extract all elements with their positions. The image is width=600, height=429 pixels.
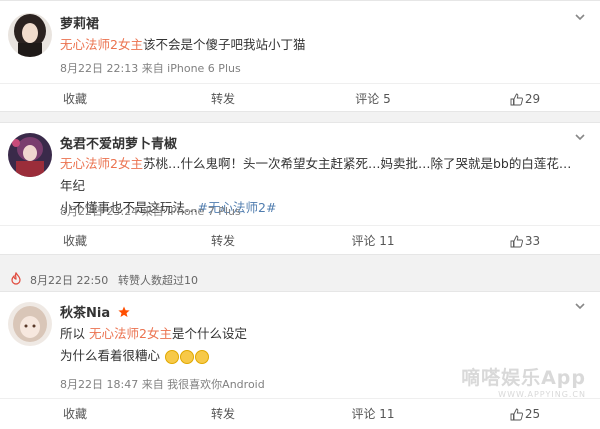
hot-time: 8月22日 22:50 <box>30 274 109 287</box>
repost-button[interactable]: 转发 <box>188 399 258 429</box>
fire-icon <box>11 272 21 285</box>
like-count: 29 <box>524 92 541 106</box>
chevron-down-icon[interactable] <box>574 300 586 312</box>
keyword-link[interactable]: 无心法师2女主 <box>60 37 143 52</box>
weibo-post-3: 秋茶Nia 所以 无心法师2女主是个什么设定 为什么看着很糟心 8月22日 18… <box>0 291 600 429</box>
watermark-sub: WWW.APPYING.CN <box>498 390 586 399</box>
user-name[interactable]: 萝莉裙 <box>60 13 99 32</box>
like-count: 25 <box>524 407 541 421</box>
post-content: 无心法师2女主该不会是个傻子吧我站小丁猫 <box>60 34 580 56</box>
hot-text: 转赞人数超过10 <box>118 274 198 287</box>
comment-button[interactable]: 评论 5 <box>338 84 408 114</box>
chevron-down-icon[interactable] <box>574 11 586 23</box>
keyword-link[interactable]: 无心法师2女主 <box>89 326 172 341</box>
collect-button[interactable]: 收藏 <box>40 84 110 114</box>
avatar[interactable] <box>8 13 52 57</box>
collect-button[interactable]: 收藏 <box>40 399 110 429</box>
name-row: 秋茶Nia <box>60 302 130 321</box>
repost-button[interactable]: 转发 <box>188 226 258 256</box>
collect-button[interactable]: 收藏 <box>40 226 110 256</box>
star-icon <box>118 306 130 317</box>
keyword-link[interactable]: 无心法师2女主 <box>60 156 143 171</box>
thumbs-up-icon <box>510 408 523 421</box>
like-count: 33 <box>524 234 541 248</box>
comment-button[interactable]: 评论 11 <box>338 226 408 256</box>
avatar[interactable] <box>8 302 52 346</box>
weibo-post-1: 萝莉裙 无心法师2女主该不会是个傻子吧我站小丁猫 8月22日 22:13 来自 … <box>0 0 600 112</box>
laughing-crying-emoji <box>195 349 209 364</box>
post-text: 该不会是个傻子吧我站小丁猫 <box>142 37 306 52</box>
laughing-crying-emoji <box>180 349 194 364</box>
like-button[interactable]: 33 <box>490 226 560 256</box>
weibo-post-2: 兔君不爱胡萝卜青椒 无心法师2女主苏桃…什么鬼啊！头一次希望女主赶紧死…妈卖批…… <box>0 122 600 255</box>
post-text: 是个什么设定 <box>171 326 247 341</box>
action-bar: 收藏 转发 评论 11 25 <box>0 398 600 428</box>
post-meta: 8月22日 23:24 来自 iPhone 7 Plus <box>60 205 241 218</box>
hot-indicator-bar: 8月22日 22:50 转赞人数超过10 <box>0 268 600 290</box>
comment-button[interactable]: 评论 11 <box>338 399 408 429</box>
user-name[interactable]: 秋茶Nia <box>60 306 110 321</box>
post-content: 所以 无心法师2女主是个什么设定 为什么看着很糟心 <box>60 323 580 367</box>
post-meta: 8月22日 22:13 来自 iPhone 6 Plus <box>60 62 241 75</box>
watermark: 嘀嗒娱乐App WWW.APPYING.CN <box>461 363 586 399</box>
repost-button[interactable]: 转发 <box>188 84 258 114</box>
chevron-down-icon[interactable] <box>574 131 586 143</box>
avatar[interactable] <box>8 133 52 177</box>
laughing-crying-emoji <box>165 349 179 364</box>
thumbs-up-icon <box>510 235 523 248</box>
like-button[interactable]: 29 <box>490 84 560 114</box>
post-text-line-2: 为什么看着很糟心 <box>60 348 161 363</box>
user-name[interactable]: 兔君不爱胡萝卜青椒 <box>60 133 177 152</box>
action-bar: 收藏 转发 评论 5 29 <box>0 83 600 113</box>
action-bar: 收藏 转发 评论 11 33 <box>0 225 600 255</box>
like-button[interactable]: 25 <box>490 399 560 429</box>
watermark-main: 嘀嗒娱乐App <box>461 367 586 389</box>
post-text-pre: 所以 <box>60 326 86 341</box>
thumbs-up-icon <box>510 93 523 106</box>
post-meta: 8月22日 18:47 来自 我很喜欢你Android <box>60 378 265 391</box>
